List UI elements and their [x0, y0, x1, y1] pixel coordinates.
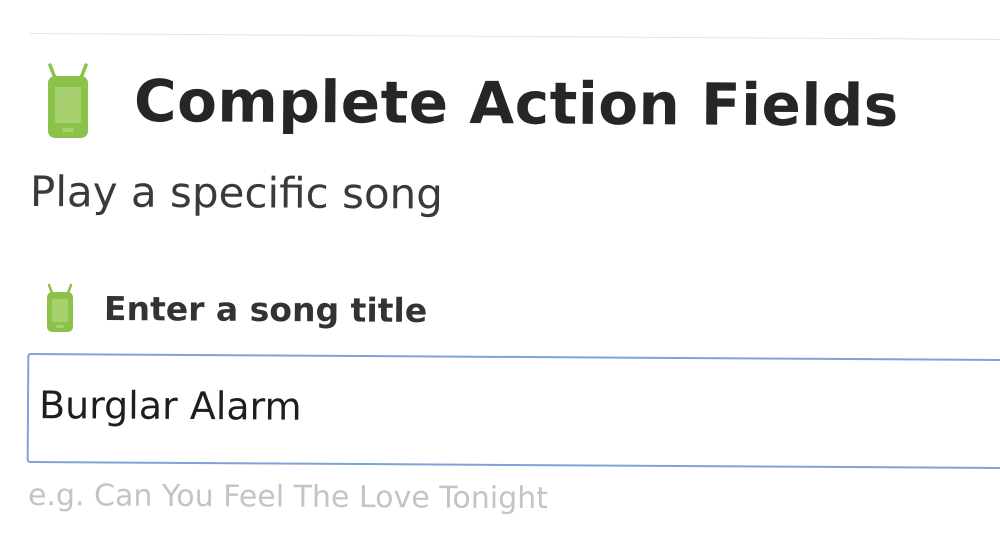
song-title-field-header: Enter a song title: [46, 283, 427, 333]
action-subtitle: Play a specific song: [29, 167, 444, 219]
page: Complete Action Fields Play a specific s…: [0, 0, 1000, 554]
android-phone-icon: [48, 63, 88, 138]
header: Complete Action Fields: [46, 62, 899, 140]
song-title-input[interactable]: [38, 377, 940, 439]
top-divider: [29, 33, 1000, 40]
song-title-label: Enter a song title: [103, 288, 428, 330]
android-phone-icon: [47, 283, 73, 332]
page-title: Complete Action Fields: [133, 67, 900, 140]
song-title-input-box[interactable]: [26, 353, 1000, 470]
song-title-helper-text: e.g. Can You Feel The Love Tonight: [27, 478, 549, 517]
